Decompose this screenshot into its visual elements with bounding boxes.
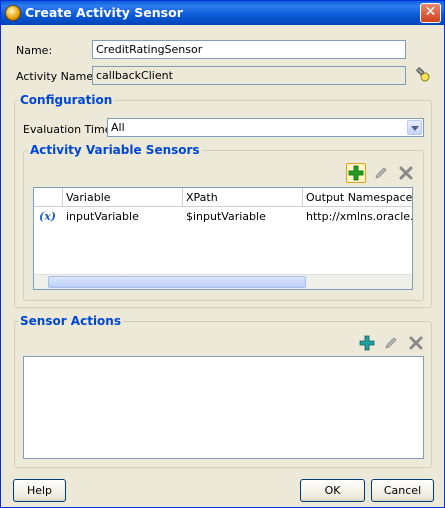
- add-icon: [348, 165, 364, 181]
- configuration-title: Configuration: [18, 93, 115, 107]
- column-header-variable[interactable]: Variable: [63, 188, 183, 207]
- delete-icon: [399, 166, 413, 180]
- chevron-down-icon[interactable]: [407, 120, 422, 135]
- horizontal-scrollbar[interactable]: [34, 274, 412, 289]
- add-variable-button[interactable]: [346, 163, 366, 183]
- flashlight-icon[interactable]: [415, 67, 431, 83]
- evaluation-time-select[interactable]: All: [107, 118, 424, 137]
- name-field[interactable]: CreditRatingSensor: [92, 40, 406, 59]
- edit-variable-button[interactable]: [371, 163, 391, 183]
- variable-sensors-title: Activity Variable Sensors: [28, 143, 202, 157]
- sensor-actions-list[interactable]: [23, 356, 424, 459]
- evaluation-time-label: Evaluation Time:: [23, 123, 116, 136]
- add-icon: [359, 335, 375, 351]
- edit-action-button[interactable]: [381, 333, 401, 353]
- variable-sensors-table: Variable XPath Output Namespace (x) inpu…: [33, 187, 413, 290]
- create-activity-sensor-dialog: Create Activity Sensor ✕ Name: CreditRat…: [0, 0, 445, 508]
- evaluation-time-value: All: [111, 121, 125, 134]
- column-header-icon: [34, 188, 63, 207]
- ok-button[interactable]: OK: [300, 479, 365, 502]
- column-header-xpath[interactable]: XPath: [183, 188, 303, 207]
- table-row[interactable]: (x) inputVariable $inputVariable http://…: [34, 207, 412, 226]
- variable-cell: inputVariable: [66, 210, 139, 223]
- table-header: Variable XPath Output Namespace: [34, 188, 412, 207]
- window-title: Create Activity Sensor: [25, 5, 183, 20]
- activity-name-label: Activity Name:: [16, 70, 97, 83]
- edit-icon: [375, 167, 387, 179]
- close-icon[interactable]: ✕: [420, 3, 441, 23]
- scrollbar-thumb[interactable]: [48, 276, 306, 288]
- edit-icon: [385, 337, 397, 349]
- activity-name-field: callbackClient: [92, 66, 406, 85]
- help-button[interactable]: Help: [13, 479, 66, 502]
- cancel-button[interactable]: Cancel: [371, 479, 434, 502]
- xpath-cell: $inputVariable: [186, 210, 266, 223]
- title-bar: Create Activity Sensor ✕: [1, 1, 444, 25]
- app-icon: [5, 5, 21, 21]
- add-action-button[interactable]: [357, 333, 377, 353]
- delete-icon: [409, 336, 423, 350]
- delete-action-button[interactable]: [406, 333, 426, 353]
- namespace-cell: http://xmlns.oracle.c...: [306, 210, 412, 223]
- name-label: Name:: [16, 44, 53, 57]
- variable-icon: (x): [39, 210, 56, 223]
- delete-variable-button[interactable]: [396, 163, 416, 183]
- column-header-namespace[interactable]: Output Namespace: [303, 188, 412, 207]
- sensor-actions-title: Sensor Actions: [18, 314, 123, 328]
